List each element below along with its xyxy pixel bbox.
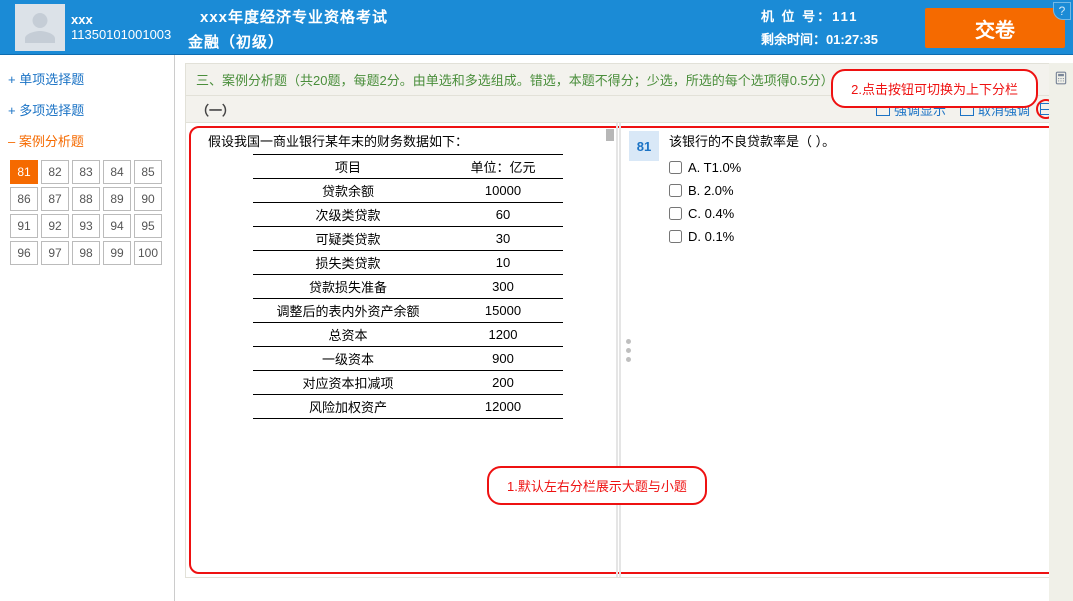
option-label: A. T1.0% bbox=[688, 160, 741, 175]
app-header: xxx 11350101001003 xxx年度经济专业资格考试 金融（初级） … bbox=[0, 0, 1073, 55]
pane-resize-handle[interactable] bbox=[621, 123, 635, 577]
scrollbar[interactable] bbox=[606, 129, 614, 141]
table-cell: 可疑类贷款 bbox=[253, 227, 443, 251]
table-cell: 300 bbox=[443, 275, 563, 299]
table-cell: 贷款损失准备 bbox=[253, 275, 443, 299]
annotation-2: 2.点击按钮可切换为上下分栏 bbox=[831, 69, 1038, 108]
table-cell: 15000 bbox=[443, 299, 563, 323]
table-cell: 风险加权资产 bbox=[253, 395, 443, 419]
help-icon[interactable]: ? bbox=[1053, 2, 1071, 20]
table-cell: 10000 bbox=[443, 179, 563, 203]
option-label: C. 0.4% bbox=[688, 206, 734, 221]
table-cell: 30 bbox=[443, 227, 563, 251]
table-cell: 损失类贷款 bbox=[253, 251, 443, 275]
exam-meta: 机 位 号：111 剩余时间：01:27:35 bbox=[761, 6, 878, 48]
exam-title-main: xxx年度经济专业资格考试 bbox=[200, 6, 388, 27]
question-number-cell[interactable]: 94 bbox=[103, 214, 131, 238]
nav-item[interactable]: 多项选择题 bbox=[4, 94, 170, 125]
option-checkbox[interactable] bbox=[669, 230, 682, 243]
question-number-cell[interactable]: 88 bbox=[72, 187, 100, 211]
option-checkbox[interactable] bbox=[669, 161, 682, 174]
question-number-cell[interactable]: 90 bbox=[134, 187, 162, 211]
option-row[interactable]: D. 0.1% bbox=[669, 229, 1052, 244]
table-cell: 1200 bbox=[443, 323, 563, 347]
option-label: B. 2.0% bbox=[688, 183, 734, 198]
user-block: xxx 11350101001003 bbox=[71, 0, 171, 54]
question-number-cell[interactable]: 91 bbox=[10, 214, 38, 238]
option-row[interactable]: A. T1.0% bbox=[669, 160, 1052, 175]
question-number-grid: 8182838485 8687888990 9192939495 9697989910… bbox=[4, 156, 170, 265]
table-cell: 60 bbox=[443, 203, 563, 227]
question-number-cell[interactable]: 93 bbox=[72, 214, 100, 238]
sidebar: 单项选择题多项选择题案例分析题 8182838485 8687888990 9192… bbox=[0, 55, 175, 601]
question-number-cell[interactable]: 98 bbox=[72, 241, 100, 265]
question-number-cell[interactable]: 100 bbox=[134, 241, 162, 265]
question-number-cell[interactable]: 87 bbox=[41, 187, 69, 211]
table-cell: 12000 bbox=[443, 395, 563, 419]
question-number-cell[interactable]: 83 bbox=[72, 160, 100, 184]
question-number-cell[interactable]: 86 bbox=[10, 187, 38, 211]
avatar bbox=[15, 4, 65, 51]
time-label: 剩余时间： bbox=[761, 32, 826, 47]
table-header: 项目 bbox=[253, 155, 443, 179]
time-value: 01:27:35 bbox=[826, 32, 878, 47]
question-stem: 该银行的不良贷款率是（ ）。 bbox=[669, 131, 1052, 150]
table-cell: 200 bbox=[443, 371, 563, 395]
table-cell: 10 bbox=[443, 251, 563, 275]
table-cell: 一级资本 bbox=[253, 347, 443, 371]
question-pane: 81 该银行的不良贷款率是（ ）。 A. T1.0%B. 2.0%C. 0.4%… bbox=[621, 123, 1062, 577]
table-cell: 贷款余额 bbox=[253, 179, 443, 203]
case-intro: 假设我国一商业银行某年末的财务数据如下： bbox=[208, 131, 608, 150]
user-id: 11350101001003 bbox=[71, 27, 171, 42]
calculator-icon bbox=[1054, 71, 1068, 85]
table-cell: 900 bbox=[443, 347, 563, 371]
group-label: （一） bbox=[196, 100, 862, 119]
nav-item[interactable]: 单项选择题 bbox=[4, 63, 170, 94]
option-row[interactable]: C. 0.4% bbox=[669, 206, 1052, 221]
option-checkbox[interactable] bbox=[669, 184, 682, 197]
exam-title: xxx年度经济专业资格考试 金融（初级） bbox=[200, 6, 388, 52]
table-cell: 调整后的表内外资产余额 bbox=[253, 299, 443, 323]
calculator-panel-toggle[interactable] bbox=[1049, 63, 1073, 601]
table-header: 单位：亿元 bbox=[443, 155, 563, 179]
question-number-cell[interactable]: 84 bbox=[103, 160, 131, 184]
annotation-1: 1.默认左右分栏展示大题与小题 bbox=[487, 466, 707, 505]
table-cell: 次级类贷款 bbox=[253, 203, 443, 227]
case-pane: 假设我国一商业银行某年末的财务数据如下： 项目单位：亿元贷款余额10000次级类… bbox=[186, 123, 621, 577]
submit-button[interactable]: 交卷 bbox=[925, 8, 1065, 48]
question-number-cell[interactable]: 92 bbox=[41, 214, 69, 238]
seat-label: 机 位 号： bbox=[761, 9, 832, 24]
user-name: xxx bbox=[71, 12, 171, 27]
case-data-table: 项目单位：亿元贷款余额10000次级类贷款60可疑类贷款30损失类贷款10贷款损… bbox=[253, 154, 563, 419]
question-number-cell[interactable]: 95 bbox=[134, 214, 162, 238]
exam-title-sub: 金融（初级） bbox=[188, 31, 388, 52]
table-cell: 总资本 bbox=[253, 323, 443, 347]
question-number-cell[interactable]: 85 bbox=[134, 160, 162, 184]
question-number-cell[interactable]: 82 bbox=[41, 160, 69, 184]
option-label: D. 0.1% bbox=[688, 229, 734, 244]
seat-value: 111 bbox=[832, 9, 858, 24]
question-number-cell[interactable]: 99 bbox=[103, 241, 131, 265]
question-number-cell[interactable]: 97 bbox=[41, 241, 69, 265]
option-row[interactable]: B. 2.0% bbox=[669, 183, 1052, 198]
question-number-cell[interactable]: 89 bbox=[103, 187, 131, 211]
nav-item[interactable]: 案例分析题 bbox=[4, 125, 170, 156]
question-number-cell[interactable]: 81 bbox=[10, 160, 38, 184]
option-checkbox[interactable] bbox=[669, 207, 682, 220]
content-panels: 假设我国一商业银行某年末的财务数据如下： 项目单位：亿元贷款余额10000次级类… bbox=[185, 123, 1063, 578]
table-cell: 对应资本扣减项 bbox=[253, 371, 443, 395]
question-number-cell[interactable]: 96 bbox=[10, 241, 38, 265]
